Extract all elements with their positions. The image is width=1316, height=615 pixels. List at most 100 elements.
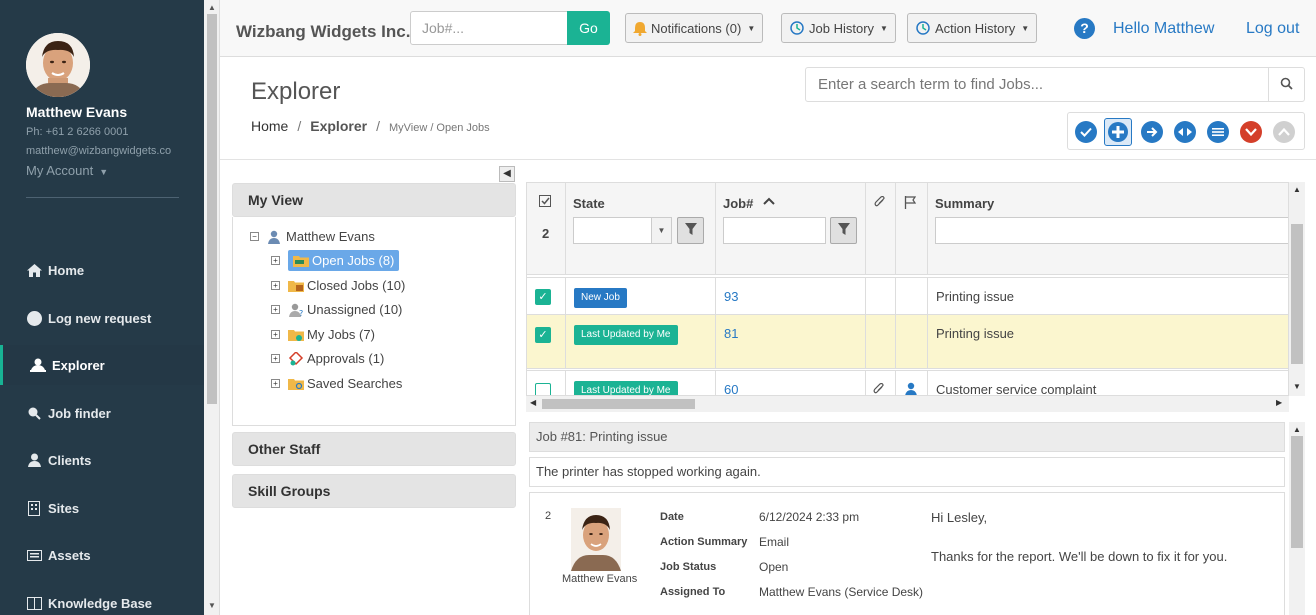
- job-number-input[interactable]: Job#...: [410, 11, 568, 45]
- cell-divider: [565, 371, 566, 395]
- field-value: Open: [759, 560, 789, 574]
- job-filter-input[interactable]: [723, 217, 826, 244]
- arrow-right-icon[interactable]: [1141, 121, 1163, 143]
- nav-sites[interactable]: Sites: [0, 488, 204, 528]
- search-button[interactable]: [1268, 67, 1305, 102]
- state-column-header[interactable]: State ▼: [566, 183, 716, 275]
- sort-up-icon[interactable]: [763, 194, 775, 209]
- summary-column-header[interactable]: Summary: [928, 183, 1288, 275]
- grid-vertical-scrollbar[interactable]: ▲ ▼: [1289, 182, 1305, 396]
- scroll-up-icon[interactable]: ▲: [1293, 425, 1301, 434]
- field-value: Email: [759, 535, 790, 549]
- job-history-button[interactable]: Job History ▼: [781, 13, 896, 43]
- tree-item-approvals[interactable]: + Approvals (1): [271, 347, 384, 370]
- my-account-menu[interactable]: My Account ▼: [26, 163, 108, 178]
- nav-log-new-request[interactable]: Log new request: [0, 298, 204, 338]
- job-filter-button[interactable]: [830, 217, 857, 244]
- user-email: matthew@wizbangwidgets.co: [26, 145, 172, 157]
- add-icon[interactable]: [1104, 118, 1132, 146]
- expand-icon[interactable]: +: [271, 281, 280, 290]
- detail-scroll-thumb[interactable]: [1291, 436, 1303, 548]
- job-search-input[interactable]: Enter a search term to find Jobs...: [805, 67, 1269, 102]
- chevron-left-icon: ◀: [503, 168, 511, 179]
- chevron-up-icon[interactable]: [1273, 121, 1295, 143]
- cell-divider: [927, 371, 928, 395]
- action-toolbar: [1067, 112, 1305, 150]
- row-checkbox[interactable]: ✓: [535, 289, 551, 305]
- tree-item-unassigned[interactable]: + ? Unassigned (10): [271, 298, 402, 321]
- breadcrumb-current[interactable]: Explorer: [310, 118, 367, 134]
- row-checkbox[interactable]: ✓: [535, 327, 551, 343]
- nav-job-finder[interactable]: Job finder: [0, 393, 204, 433]
- tree-root[interactable]: − Matthew Evans: [250, 225, 375, 248]
- help-icon[interactable]: ?: [1074, 18, 1095, 39]
- action-history-button[interactable]: Action History ▼: [907, 13, 1038, 43]
- sidebar-scrollbar[interactable]: ▲ ▼: [204, 0, 220, 615]
- job-number-link[interactable]: 81: [724, 326, 738, 341]
- scroll-down-icon[interactable]: ▼: [208, 601, 216, 610]
- sidebar-divider: [26, 197, 179, 198]
- sidebar: Matthew Evans Ph: +61 2 6266 0001 matthe…: [0, 0, 204, 615]
- checkbox-icon: [539, 195, 552, 211]
- scroll-up-icon[interactable]: ▲: [1293, 185, 1301, 194]
- state-filter-select[interactable]: ▼: [573, 217, 672, 244]
- split-icon[interactable]: [1174, 121, 1196, 143]
- grid-scroll-thumb[interactable]: [1291, 224, 1303, 364]
- caret-down-icon: ▼: [880, 23, 888, 33]
- row-checkbox[interactable]: [535, 383, 551, 395]
- nav-clients[interactable]: Clients: [0, 440, 204, 480]
- go-button[interactable]: Go: [567, 11, 610, 45]
- table-row[interactable]: ✓ New Job 93 Printing issue: [527, 277, 1288, 315]
- flag-column-header[interactable]: [896, 183, 928, 275]
- scroll-down-icon[interactable]: ▼: [1293, 382, 1301, 391]
- breadcrumb-home[interactable]: Home: [251, 118, 288, 134]
- job-number-link[interactable]: 93: [724, 289, 738, 304]
- caret-down-icon: ▼: [1021, 23, 1030, 33]
- logout-link[interactable]: Log out: [1246, 20, 1299, 38]
- detail-scrollbar[interactable]: ▲: [1289, 422, 1305, 615]
- check-icon[interactable]: [1075, 121, 1097, 143]
- list-icon[interactable]: [1207, 121, 1229, 143]
- summary-filter-input[interactable]: [935, 217, 1288, 244]
- notifications-button[interactable]: Notifications (0) ▼: [625, 13, 764, 43]
- nav-home[interactable]: Home: [0, 250, 204, 290]
- state-filter-button[interactable]: [677, 217, 704, 244]
- tree-item-open-jobs[interactable]: + Open Jobs (8): [271, 249, 400, 272]
- tree-item-closed-jobs[interactable]: + Closed Jobs (10): [271, 274, 405, 297]
- table-row-selected[interactable]: ✓ Last Updated by Me 81 Printing issue: [527, 315, 1288, 369]
- user-avatar[interactable]: [26, 33, 90, 97]
- expand-icon[interactable]: +: [271, 354, 280, 363]
- table-row[interactable]: Last Updated by Me 60 Customer service c…: [527, 370, 1288, 395]
- nav-knowledge-base[interactable]: Knowledge Base: [0, 583, 204, 615]
- other-staff-header[interactable]: Other Staff: [232, 432, 516, 466]
- expand-icon[interactable]: +: [271, 256, 280, 265]
- my-view-header[interactable]: My View: [232, 183, 516, 217]
- scroll-right-icon[interactable]: ▶: [1276, 398, 1282, 407]
- job-column-header[interactable]: Job#: [716, 183, 866, 275]
- job-number-link[interactable]: 60: [724, 382, 738, 395]
- tree-item-saved-searches[interactable]: + Saved Searches: [271, 372, 402, 395]
- tree-item-my-jobs[interactable]: + My Jobs (7): [271, 323, 375, 346]
- tree-item-label: Unassigned (10): [307, 302, 403, 317]
- keyboard-icon: [26, 548, 42, 562]
- grid-horizontal-scrollbar[interactable]: ◀ ▶: [526, 396, 1289, 412]
- history-icon: [789, 20, 805, 36]
- scroll-left-icon[interactable]: ◀: [530, 398, 536, 407]
- scroll-up-icon[interactable]: ▲: [208, 3, 216, 12]
- expand-icon[interactable]: +: [271, 305, 280, 314]
- nav-assets[interactable]: Assets: [0, 535, 204, 575]
- notifications-label: Notifications (0): [651, 20, 742, 36]
- expand-icon[interactable]: +: [271, 379, 280, 388]
- attachment-column-header[interactable]: [866, 183, 896, 275]
- nav-explorer[interactable]: Explorer: [0, 345, 204, 385]
- sidebar-scroll-thumb[interactable]: [207, 14, 217, 404]
- grid-hscroll-thumb[interactable]: [542, 399, 695, 409]
- expand-icon[interactable]: +: [271, 330, 280, 339]
- job-detail-title: Job #81: Printing issue: [529, 422, 1285, 452]
- skill-groups-header[interactable]: Skill Groups: [232, 474, 516, 508]
- hello-user-link[interactable]: Hello Matthew: [1113, 20, 1214, 38]
- chevron-down-icon[interactable]: [1240, 121, 1262, 143]
- collapse-panel-button[interactable]: ◀: [499, 166, 515, 182]
- select-column-header[interactable]: 2: [527, 183, 566, 275]
- collapse-icon[interactable]: −: [250, 232, 259, 241]
